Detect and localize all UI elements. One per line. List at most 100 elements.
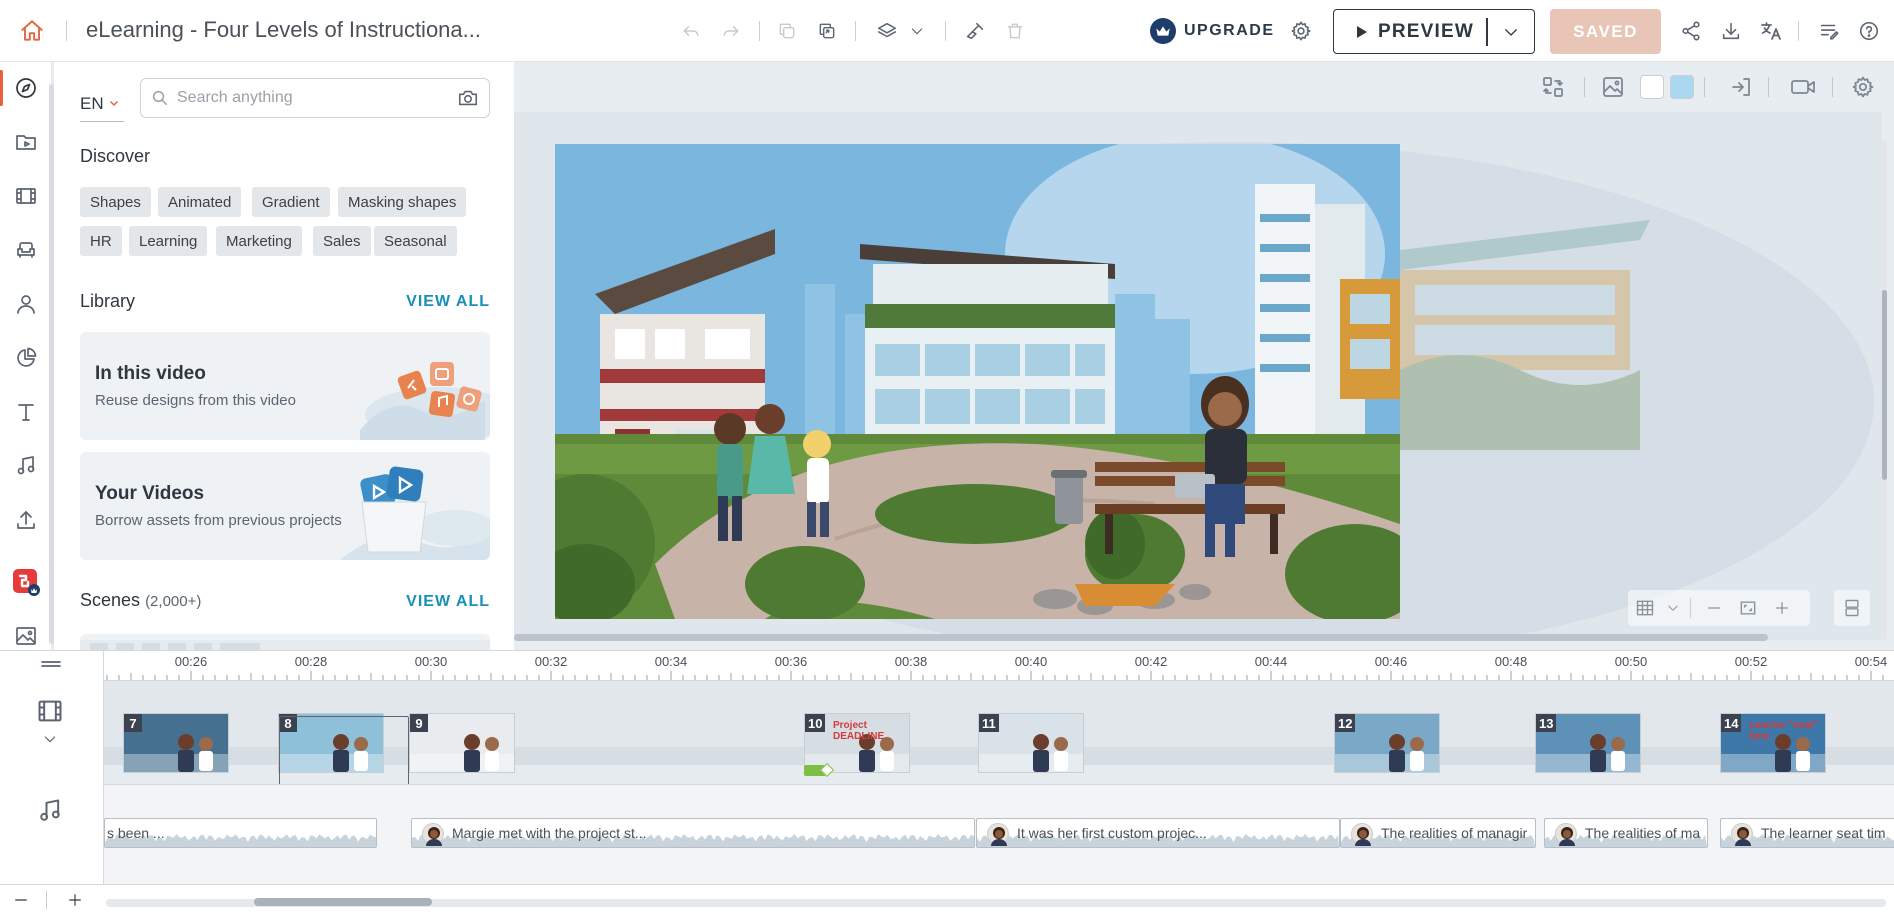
scene-thumbnail[interactable]: 9 [409,713,515,773]
tag-chip[interactable]: HR [80,226,122,256]
canvas-vertical-scrollbar[interactable] [1882,140,1887,640]
voiceover-clip[interactable]: It was her first custom projec... [976,818,1340,848]
text-icon[interactable] [8,394,44,430]
help-icon[interactable] [1852,14,1886,48]
upload-icon[interactable] [8,502,44,538]
avatar-face-icon [1559,827,1575,846]
tag-chip[interactable]: Gradient [252,187,330,217]
scene-thumbnail[interactable]: 11 [978,713,1084,773]
paste-icon[interactable] [810,14,844,48]
tag-chip[interactable]: Sales [313,226,371,256]
upgrade-button[interactable]: UPGRADE [1150,16,1275,46]
divider [1690,598,1691,618]
settings-icon[interactable] [1284,14,1318,48]
music-note-icon[interactable] [8,448,44,484]
voiceover-clip[interactable]: The realities of managir [1340,818,1536,848]
scenes-title: Scenes (2,000+) [80,590,201,611]
tag-chip[interactable]: Shapes [80,187,151,217]
scene-thumbnail[interactable]: 12 [1334,713,1440,773]
divider [1704,77,1705,97]
download-icon[interactable] [1714,14,1748,48]
language-select[interactable]: EN [80,86,124,122]
layers-icon[interactable] [870,14,904,48]
undo-icon[interactable] [674,14,708,48]
layout-panel-icon[interactable] [1834,590,1870,626]
grid-icon[interactable] [1628,590,1662,626]
preview-main[interactable]: PREVIEW [1334,21,1486,43]
project-title[interactable]: eLearning - Four Levels of Instructiona.… [86,17,481,43]
scene-number-badge: 13 [1536,714,1557,732]
media-folder-icon[interactable] [8,124,44,160]
premium-app-icon[interactable] [8,564,44,600]
scenes-preview-card[interactable] [80,634,490,650]
fit-screen-icon[interactable] [1731,590,1765,626]
audio-track-music-icon[interactable] [32,793,68,829]
timeline-zoom-out-minus-icon[interactable] [8,887,34,913]
share-icon[interactable] [1674,14,1708,48]
scenes-track-film-icon[interactable] [32,693,68,729]
chevron-down-icon[interactable] [1662,590,1684,626]
camera-search-icon[interactable] [457,87,479,109]
translate-icon[interactable] [1754,14,1788,48]
scene-canvas[interactable] [555,144,1400,619]
canvas-horizontal-scrollbar[interactable] [514,634,1768,641]
clip-script-text: Margie met with the project st... [452,825,647,841]
preview-button[interactable]: PREVIEW [1333,9,1535,54]
discover-compass-icon[interactable] [8,70,44,106]
clip-script-text: The realities of ma [1585,825,1701,841]
trash-icon[interactable] [998,14,1032,48]
timeline-scroll-thumb[interactable] [254,898,432,906]
scenes-film-icon[interactable] [8,178,44,214]
chevron-down-icon[interactable] [900,14,934,48]
time-ruler[interactable]: 00:26 00:28 00:30 00:32 00:34 00:36 00:38 00:40… [104,651,1894,681]
charts-pie-icon[interactable] [8,340,44,376]
voiceover-clip[interactable]: The learner seat tim [1720,818,1894,848]
voiceover-clip[interactable]: The realities of ma [1544,818,1708,848]
speaker-avatar [1555,823,1577,846]
home-icon[interactable] [14,14,50,48]
tag-chip[interactable]: Animated [158,187,242,217]
copy-icon[interactable] [770,14,804,48]
tag-chip[interactable]: Learning [129,226,208,256]
timeline-zoom-in-plus-icon[interactable] [62,887,88,913]
tag-chip[interactable]: Seasonal [374,226,457,256]
tag-chip[interactable]: Marketing [216,226,302,256]
voiceover-clip[interactable]: Margie met with the project st... [411,818,975,848]
library-view-all-link[interactable]: VIEW ALL [406,293,490,311]
color-swatch-white[interactable] [1640,75,1664,99]
enter-transition-icon[interactable] [1724,70,1758,104]
divider [945,21,946,41]
zoom-in-plus-icon[interactable] [1765,590,1799,626]
clean-brush-icon[interactable] [958,14,992,48]
props-armchair-icon[interactable] [8,232,44,268]
drag-handle-icon[interactable] [34,653,68,677]
search-input[interactable] [177,89,449,107]
color-swatch-blue[interactable] [1670,75,1694,99]
background-image-icon[interactable] [1596,70,1630,104]
script-notes-icon[interactable] [1812,14,1846,48]
scenes-title-text: Scenes [80,590,141,610]
search-box[interactable] [140,78,490,118]
ruler-label: 00:48 [1494,654,1528,669]
zoom-out-minus-icon[interactable] [1697,590,1731,626]
redo-icon[interactable] [714,14,748,48]
scrollbar-thumb[interactable] [1882,290,1887,480]
characters-person-icon[interactable] [8,286,44,322]
scene-thumbnail[interactable]: 10 Project DEADLINE [804,713,910,773]
expand-track-chevron-down-icon[interactable] [36,729,64,749]
scenes-view-all-link[interactable]: VIEW ALL [406,593,490,611]
saved-button[interactable]: SAVED [1550,9,1661,54]
preview-options-chevron-icon[interactable] [1488,23,1535,41]
image-edit-icon[interactable] [8,618,44,654]
scene-settings-icon[interactable] [1846,70,1880,104]
scene-thumbnail[interactable]: 13 [1535,713,1641,773]
camera-video-icon[interactable] [1784,70,1822,104]
scene-thumbnail[interactable]: 7 [123,713,229,773]
scenes-count: (2,000+) [145,593,202,610]
scene-thumbnail[interactable]: 14 Learner "seat" time [1720,713,1826,773]
in-this-video-card[interactable]: In this video Reuse designs from this vi… [80,332,490,440]
swap-layout-icon[interactable] [1536,70,1570,104]
your-videos-card[interactable]: Your Videos Borrow assets from previous … [80,452,490,560]
tag-chip[interactable]: Masking shapes [338,187,467,217]
voiceover-clip[interactable]: s been ... [104,818,377,848]
